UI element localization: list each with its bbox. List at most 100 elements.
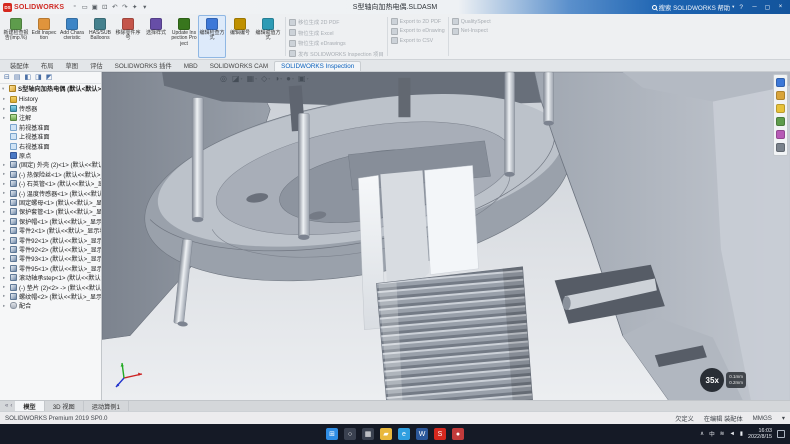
edit-appearance-icon[interactable]: ● ▾ — [286, 74, 294, 83]
tree-item[interactable]: ▸ (-) 垫片 (2)<2> -> (默认<<默认>_显示状态-1>) — [0, 282, 101, 291]
ribbon-menu-item[interactable]: 发布 SOLIDWORKS Inspection 项目 — [289, 50, 384, 58]
ribbon-tab[interactable]: 装配体 — [4, 60, 35, 71]
status-item[interactable]: 欠定义 — [675, 414, 694, 423]
expand-icon[interactable]: ▸ — [3, 275, 8, 281]
status-item[interactable]: MMGS — [753, 415, 772, 422]
ribbon-button[interactable]: HAS/SUB Balloons — [86, 15, 114, 58]
document-tab[interactable]: 3D 视图 — [45, 401, 84, 411]
view-palette-icon[interactable] — [776, 117, 785, 126]
appearances-icon[interactable] — [776, 130, 785, 139]
custom-properties-icon[interactable] — [776, 143, 785, 152]
display-manager-tab-icon[interactable]: ◩ — [46, 73, 53, 81]
redo-icon[interactable]: ↷ — [120, 3, 129, 11]
view-orientation-icon[interactable]: ▦ ▾ — [247, 74, 258, 83]
options-dropdown-icon[interactable]: ▾ — [140, 3, 149, 11]
ribbon-menu-item[interactable]: Export to CSV — [391, 37, 445, 44]
tree-item[interactable]: ▸ 注解 — [0, 113, 101, 122]
expand-icon[interactable]: ▸ — [3, 237, 8, 243]
ribbon-tab[interactable]: SOLIDWORKS 插件 — [109, 60, 178, 71]
tab-scroll-start-icon[interactable]: « — [5, 403, 8, 409]
view-settings-icon[interactable]: ▣ ▾ — [298, 74, 309, 83]
ribbon-menu-item[interactable]: 移位生成 2D PDF — [289, 18, 384, 26]
minimize-button[interactable]: ─ — [748, 4, 761, 11]
ribbon-button[interactable]: 移除零件序号 — [114, 15, 142, 58]
expand-icon[interactable]: ▸ — [3, 218, 8, 224]
expand-icon[interactable]: ▸ — [3, 162, 8, 168]
ribbon-menu-item[interactable]: QualitySpect — [452, 18, 491, 25]
section-view-icon[interactable]: ◪ ▾ — [232, 74, 243, 83]
task-view-button[interactable]: ▦ — [362, 428, 374, 440]
graphics-viewport[interactable]: ◎ ◪ ▾ ▦ ▾ ◇ ▾ — [102, 72, 790, 401]
ribbon-button[interactable]: Add Characteristic — [58, 15, 86, 58]
dimxpert-tab-icon[interactable]: ◨ — [35, 73, 42, 81]
ribbon-tab[interactable]: MBD — [178, 62, 204, 71]
expand-icon[interactable]: ▸ — [3, 171, 8, 177]
tree-item[interactable]: ▸ 零件93<1> (默认<<默认>_显示状态-1>) — [0, 254, 101, 263]
tree-item[interactable]: ▸ 零件92<1> (默认<<默认>_显示状态-1>) — [0, 235, 101, 244]
maximize-button[interactable]: ▢ — [761, 4, 774, 11]
tree-item[interactable]: ▸ (-) 温度传感器<1> (默认<<默认>_显示状态-1>) — [0, 188, 101, 197]
tree-item[interactable]: ▸ (-) 热保险丝<1> (默认<<默认>_显示状态-1>) — [0, 170, 101, 179]
undo-icon[interactable]: ↶ — [110, 3, 119, 11]
help-icon[interactable]: ? — [739, 4, 743, 11]
expand-icon[interactable]: ▸ — [3, 106, 8, 112]
tree-item[interactable]: ▸ 保护帽<1> (默认<<默认>_显示状态-1>) — [0, 217, 101, 226]
tree-item[interactable]: 原点 — [0, 151, 101, 160]
ribbon-tab[interactable]: 评估 — [84, 60, 109, 71]
expand-icon[interactable]: ▸ — [3, 284, 8, 290]
start-button[interactable]: ⊞ — [326, 428, 338, 440]
tree-item[interactable]: ▸ (固定) 外壳 (2)<1> (默认<<默认>_显示状态-1>) — [0, 160, 101, 169]
tree-item[interactable]: ▸ 传感器 — [0, 104, 101, 113]
expand-icon[interactable]: ▸ — [3, 190, 8, 196]
search-box[interactable]: 搜索 SOLIDWORKS 帮助 ▾ — [652, 3, 735, 12]
featuremanager-tab-icon[interactable]: ⊟ — [4, 73, 10, 81]
tree-item[interactable]: ▸ 配合 — [0, 301, 101, 310]
expand-icon[interactable]: ▸ — [3, 209, 8, 215]
expand-icon[interactable]: ▸ — [3, 303, 8, 309]
ribbon-button[interactable]: 编辑赋值方式 — [254, 15, 282, 58]
tree-item[interactable]: ▸ 零件92<2> (默认<<默认>_显示状态-1>) — [0, 245, 101, 254]
tree-item[interactable]: ▸ 保护套管<1> (默认<<默认>_显示状态-1>) — [0, 207, 101, 216]
expand-icon[interactable]: ▸ — [3, 115, 8, 121]
expand-icon[interactable]: ▾ — [2, 86, 7, 92]
tree-item[interactable]: ▸ 零件2<1> (默认<<默认>_显示状态-1>) — [0, 226, 101, 235]
ribbon-button[interactable]: 编辑编号 — [226, 15, 254, 58]
tree-item[interactable]: ▸ 固定螺母<1> (默认<<默认>_显示状态-1>) — [0, 198, 101, 207]
ribbon-menu-item[interactable]: 物位生成 eDrawings — [289, 39, 384, 47]
ribbon-button[interactable]: 编辑检查方式 — [198, 15, 226, 58]
expand-icon[interactable]: ▸ — [3, 256, 8, 262]
file-explorer-icon[interactable] — [776, 104, 785, 113]
model-3d-view[interactable] — [102, 72, 790, 401]
zoom-fit-icon[interactable]: ◎ — [220, 74, 228, 83]
expand-icon[interactable]: ▸ — [3, 181, 8, 187]
ribbon-button[interactable]: 新建检查报告(imp.%) — [2, 15, 30, 58]
tree-item[interactable]: 右视基准面 — [0, 141, 101, 150]
ribbon-tab[interactable]: 布局 — [35, 60, 60, 71]
propertymanager-tab-icon[interactable]: ▤ — [14, 73, 21, 81]
status-item[interactable]: ▾ — [782, 415, 785, 422]
tree-item[interactable]: ▸ (-) 石英管<1> (默认<<默认>_显示状态-1>) — [0, 179, 101, 188]
rebuild-icon[interactable]: ✦ — [130, 3, 139, 11]
recorder-button[interactable]: ● — [452, 428, 464, 440]
ribbon-menu-item[interactable]: 物位生成 Excel — [289, 29, 384, 37]
tree-root-item[interactable]: ▾ S型轴向加热电偶 (默认<默认>_显示状态-1> — [0, 84, 101, 94]
search-button[interactable]: ○ — [344, 428, 356, 440]
tree-item[interactable]: ▸ 螺纹帽<2> (默认<<默认>_显示状态-1>) — [0, 292, 101, 301]
ribbon-button[interactable]: 选择样式 — [142, 15, 170, 58]
expand-icon[interactable]: ▸ — [3, 96, 8, 102]
display-style-icon[interactable]: ◇ ▾ — [261, 74, 270, 83]
notification-icon[interactable] — [777, 430, 785, 438]
tree-item[interactable]: ▸ 滚动轴承step<1> (默认<<默认>_显示状态-1>) — [0, 273, 101, 282]
edge-button[interactable]: e — [398, 428, 410, 440]
ribbon-menu-item[interactable]: Export to 2D PDF — [391, 18, 445, 25]
expand-icon[interactable]: ▸ — [3, 246, 8, 252]
ribbon-tab[interactable]: SOLIDWORKS CAM — [204, 62, 274, 71]
open-file-icon[interactable]: ▭ — [80, 3, 89, 11]
new-file-icon[interactable]: ▫ — [70, 3, 79, 11]
hidden-icons-chevron[interactable]: ∧ — [700, 431, 704, 437]
print-icon[interactable]: ⊡ — [100, 3, 109, 11]
expand-icon[interactable]: ▸ — [3, 199, 8, 205]
tab-scroll-left-icon[interactable]: ‹ — [10, 403, 12, 409]
status-item[interactable]: 在编辑 装配体 — [704, 414, 743, 423]
ribbon-button[interactable]: Update Inspection Project — [170, 15, 198, 58]
